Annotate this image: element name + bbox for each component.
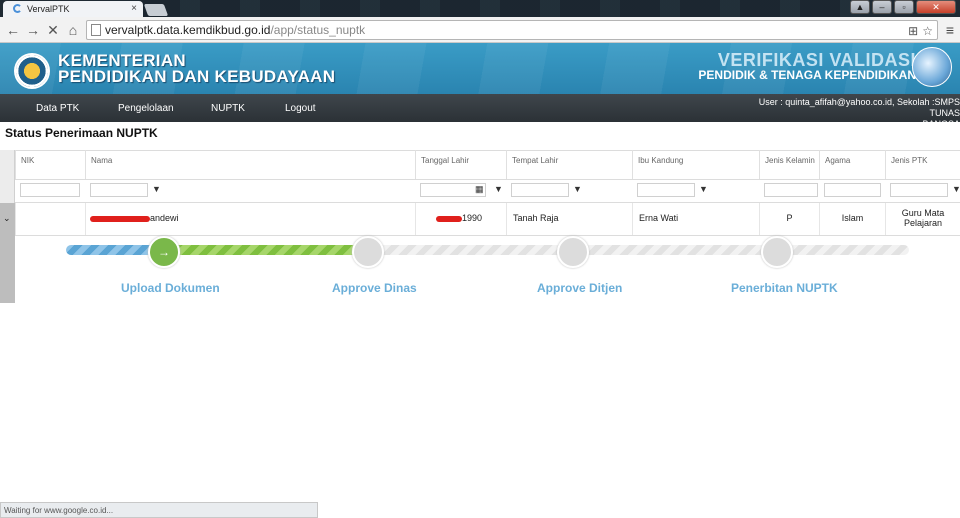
- step-label-penerbitan-nuptk: Penerbitan NUPTK: [731, 281, 838, 295]
- filter-funnel-icon[interactable]: ▼: [952, 184, 960, 194]
- app-title-line-2: PENDIDIK & TENAGA KEPENDIDIKAN: [698, 68, 916, 82]
- home-icon[interactable]: ⌂: [64, 21, 82, 39]
- main-navbar: Data PTK Pengelolaan NUPTK Logout User :…: [0, 94, 960, 129]
- step-penerbitan-nuptk-dot: [761, 236, 793, 268]
- cell-tempat-lahir: Tanah Raja: [506, 203, 632, 235]
- filter-jenis-kelamin-input[interactable]: [764, 183, 818, 197]
- filter-jenis-ptk-input[interactable]: [890, 183, 948, 197]
- address-bar[interactable]: vervalptk.data.kemdikbud.go.id/app/statu…: [86, 20, 938, 40]
- expand-row-icon[interactable]: ⌄: [3, 213, 11, 224]
- tab-close-icon[interactable]: ×: [131, 3, 137, 14]
- column-header-nama[interactable]: Nama: [85, 150, 415, 179]
- nav-logout[interactable]: Logout: [285, 103, 316, 114]
- filter-funnel-icon[interactable]: ▼: [573, 184, 582, 194]
- step-approve-ditjen-dot: [557, 236, 589, 268]
- app-title-line-1: VERIFIKASI VALIDASI: [717, 50, 916, 70]
- filter-nama: ▼: [90, 181, 170, 199]
- filter-jenis-ptk: ▼: [890, 181, 960, 199]
- grid-row-selector: [0, 150, 15, 303]
- calendar-icon[interactable]: ▦: [475, 184, 484, 195]
- filter-nik-input[interactable]: [20, 183, 80, 197]
- tabbar-background: [140, 0, 860, 17]
- column-header-jenis-ptk[interactable]: Jenis PTK: [885, 150, 960, 179]
- url-host: vervalptk.data.kemdikbud.go.id: [105, 23, 271, 37]
- column-header-nik[interactable]: NIK: [15, 150, 85, 179]
- back-arrow-icon[interactable]: ←: [4, 21, 22, 39]
- ministry-logo: [14, 53, 50, 89]
- cell-ibu-kandung: Erna Wati: [632, 203, 759, 235]
- forward-arrow-icon[interactable]: →: [24, 21, 42, 39]
- app-title: VERIFIKASI VALIDASI PENDIDIK & TENAGA KE…: [698, 50, 916, 82]
- nav-nuptk[interactable]: NUPTK: [211, 103, 245, 114]
- filter-funnel-icon[interactable]: ▼: [699, 184, 708, 194]
- header-divider: [15, 179, 960, 180]
- column-header-tanggal-lahir[interactable]: Tanggal Lahir: [415, 150, 506, 179]
- user-info-line-2: BANGSA: [922, 119, 960, 129]
- browser-tab[interactable]: VervalPTK ×: [3, 1, 143, 17]
- step-approve-dinas-dot: [352, 236, 384, 268]
- column-header-agama[interactable]: Agama: [819, 150, 885, 179]
- filter-nik: [20, 181, 80, 199]
- cell-nama: andewi: [85, 203, 415, 235]
- translate-icon[interactable]: ⊞: [908, 22, 918, 40]
- ministry-line-2: PENDIDIKAN DAN KEBUDAYAAN: [58, 67, 336, 86]
- column-header-tempat-lahir[interactable]: Tempat Lahir: [506, 150, 632, 179]
- cell-nik: [15, 203, 85, 235]
- window-controls: ▲ – ▫ ✕: [850, 0, 956, 14]
- step-label-approve-dinas: Approve Dinas: [332, 281, 417, 295]
- filter-funnel-icon[interactable]: ▼: [494, 184, 503, 194]
- column-header-ibu-kandung[interactable]: Ibu Kandung: [632, 150, 759, 179]
- cell-jenis-kelamin: P: [759, 203, 819, 235]
- cell-jenis-ptk: Guru Mata Pelajaran: [885, 203, 960, 235]
- progress-track-current: [166, 245, 366, 255]
- cell-nama-text: andewi: [150, 213, 179, 223]
- url-path: /app/status_nuptk: [270, 23, 366, 37]
- ministry-name: KEMENTERIAN PENDIDIKAN DAN KEBUDAYAAN: [58, 52, 336, 86]
- cell-tanggal-lahir-text: 1990: [462, 213, 483, 223]
- user-info: User : quinta_afifah@yahoo.co.id, Sekola…: [732, 97, 960, 130]
- filter-agama-input[interactable]: [824, 183, 881, 197]
- filter-funnel-icon[interactable]: ▼: [152, 184, 161, 194]
- redaction-mark: [90, 215, 150, 222]
- browser-toolbar: ← → ✕ ⌂ vervalptk.data.kemdikbud.go.id/a…: [0, 17, 960, 43]
- stop-loading-icon[interactable]: ✕: [44, 21, 62, 39]
- step-label-upload-dokumen: Upload Dokumen: [121, 281, 220, 295]
- window-close-icon[interactable]: ✕: [916, 0, 956, 14]
- user-info-line-1: User : quinta_afifah@yahoo.co.id, Sekola…: [758, 97, 960, 118]
- bookmark-star-icon[interactable]: ☆: [922, 22, 933, 40]
- filter-ibu-kandung: ▼: [637, 181, 717, 199]
- filter-agama: [824, 181, 882, 199]
- globe-magnifier-icon: [912, 47, 952, 87]
- row-divider: [15, 235, 960, 236]
- progress-track-pending: [366, 245, 909, 255]
- tab-title: VervalPTK: [27, 4, 70, 14]
- filter-tempat-lahir-input[interactable]: [511, 183, 569, 197]
- minimize-icon[interactable]: –: [872, 0, 892, 14]
- nav-pengelolaan[interactable]: Pengelolaan: [118, 103, 174, 114]
- profile-icon[interactable]: ▲: [850, 0, 870, 14]
- site-header: KEMENTERIAN PENDIDIKAN DAN KEBUDAYAAN VE…: [0, 43, 960, 94]
- filter-tanggal-lahir: ▦ ▼: [420, 181, 510, 199]
- nav-data-ptk[interactable]: Data PTK: [36, 103, 79, 114]
- redaction-mark: [436, 215, 462, 222]
- new-tab-button[interactable]: [143, 4, 169, 16]
- filter-ibu-kandung-input[interactable]: [637, 183, 695, 197]
- page-title: Status Penerimaan NUPTK: [5, 126, 158, 140]
- filter-nama-input[interactable]: [90, 183, 148, 197]
- filter-jenis-kelamin: [764, 181, 820, 199]
- loading-spinner-icon: [13, 4, 22, 13]
- step-label-approve-ditjen: Approve Ditjen: [537, 281, 623, 295]
- column-header-jenis-kelamin[interactable]: Jenis Kelamin: [759, 150, 819, 179]
- hamburger-menu-icon[interactable]: ≡: [946, 22, 954, 38]
- arrow-right-icon: →: [158, 245, 170, 259]
- browser-tab-bar: VervalPTK × ▲ – ▫ ✕: [0, 0, 960, 17]
- cell-tanggal-lahir: 1990: [415, 203, 506, 235]
- filter-tempat-lahir: ▼: [511, 181, 591, 199]
- step-upload-dokumen-dot: →: [148, 236, 180, 268]
- browser-status-bar: Waiting for www.google.co.id...: [0, 502, 318, 518]
- maximize-icon[interactable]: ▫: [894, 0, 914, 14]
- page-icon: [91, 24, 101, 36]
- cell-agama: Islam: [819, 203, 885, 235]
